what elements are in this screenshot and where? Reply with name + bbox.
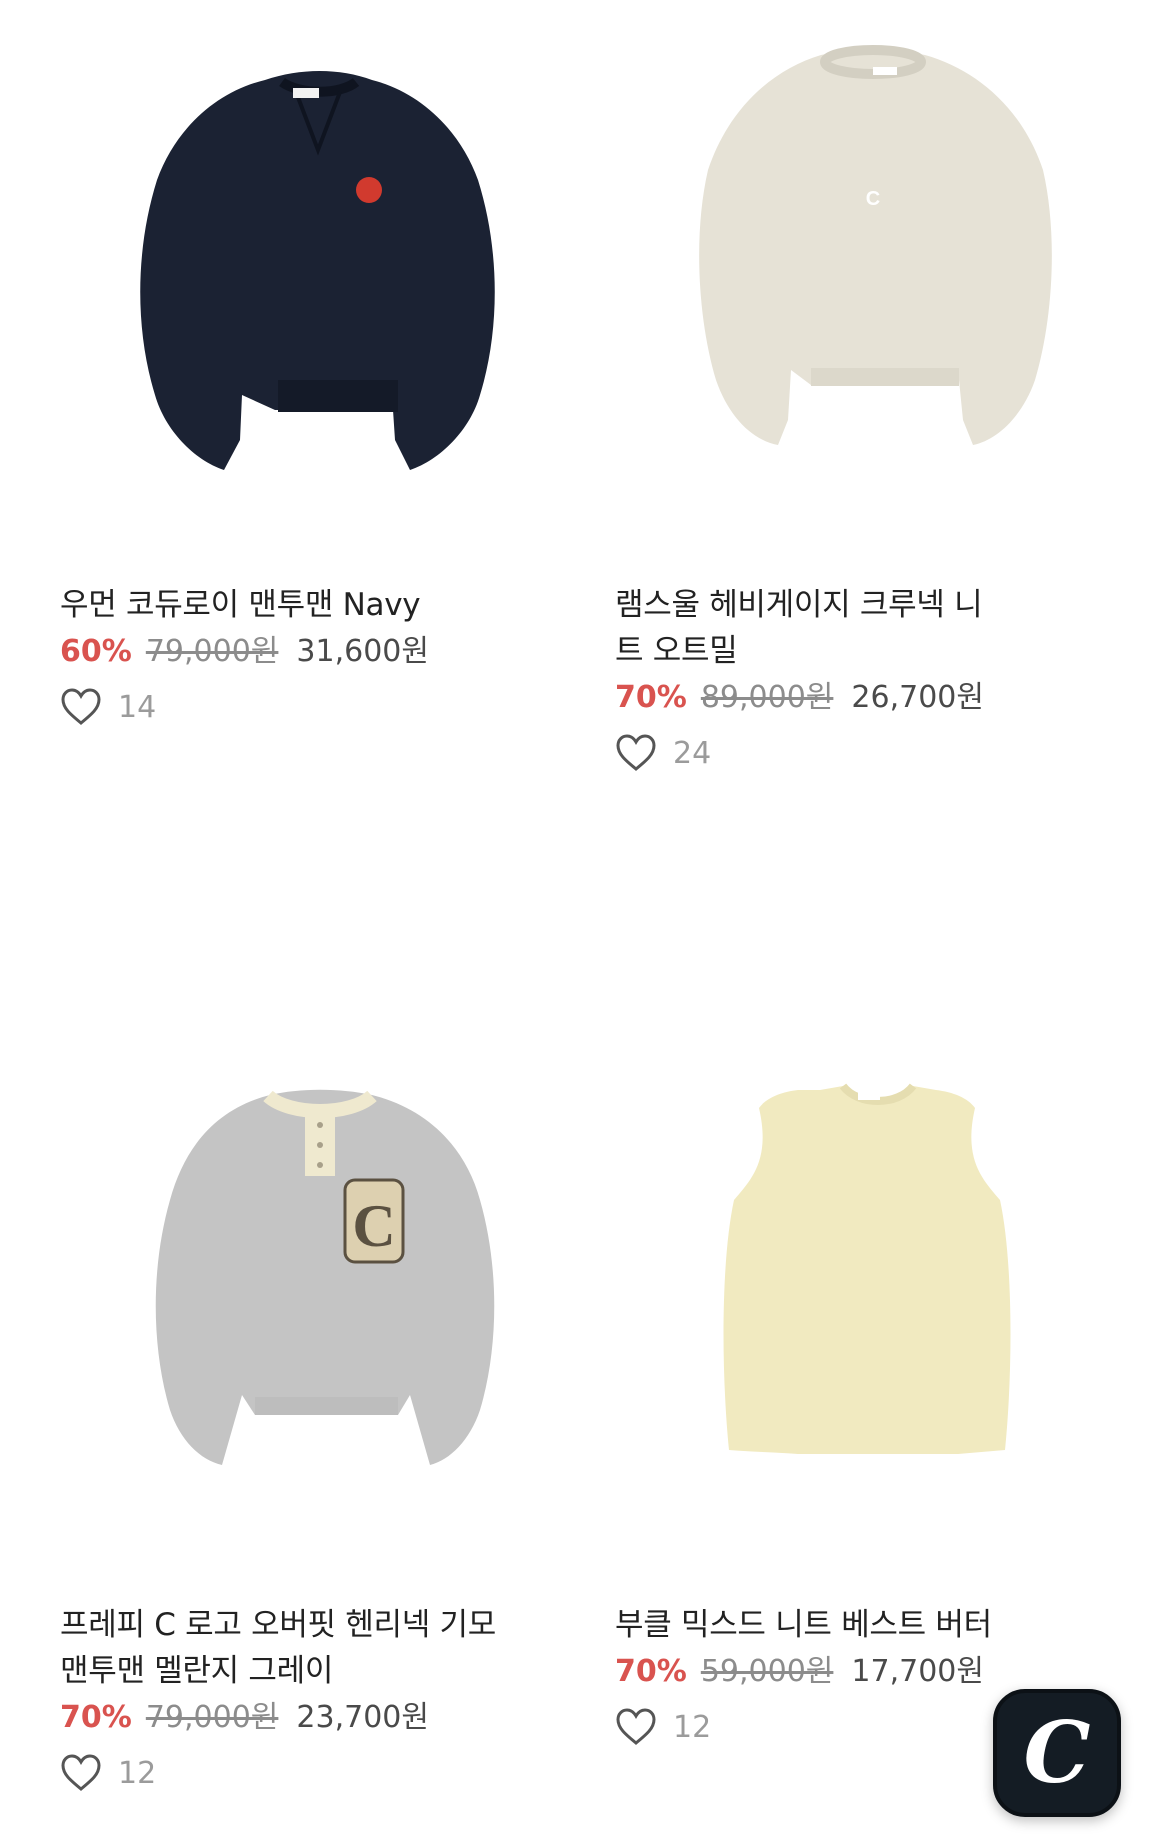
- product-card[interactable]: C 프레피 C 로고 오버핏 헨리넥 기모 맨투맨 멜란지 그레이 70% 79,…: [0, 1020, 540, 1804]
- like-count: 14: [118, 689, 157, 725]
- product-image[interactable]: [0, 0, 540, 540]
- discount-rate: 70%: [615, 1654, 687, 1689]
- sale-price: 17,700원: [851, 1654, 984, 1689]
- logo-mark: C: [352, 1193, 395, 1259]
- sale-price: 23,700원: [296, 1700, 429, 1735]
- product-name[interactable]: 부클 믹스드 니트 베스트 버터: [615, 1602, 1093, 1648]
- heart-icon[interactable]: [60, 687, 102, 727]
- product-card[interactable]: C 램스울 헤비게이지 크루넥 니트 오트밀 70% 89,000원 26,700원…: [553, 0, 1093, 784]
- product-card[interactable]: 우먼 코듀로이 맨투맨 Navy 60% 79,000원 31,600원 14: [0, 0, 540, 738]
- product-name[interactable]: 램스울 헤비게이지 크루넥 니트 오트밀: [615, 582, 995, 674]
- like-row: 14: [60, 676, 540, 738]
- like-count: 12: [673, 1709, 712, 1745]
- product-image[interactable]: C: [553, 0, 1093, 540]
- original-price: 59,000원: [700, 1654, 834, 1689]
- product-name[interactable]: 우먼 코듀로이 맨투맨 Navy: [60, 582, 540, 628]
- like-row: 24: [615, 722, 1093, 784]
- product-card[interactable]: 부클 믹스드 니트 베스트 버터 70% 59,000원 17,700원 12: [553, 1020, 1093, 1758]
- original-price: 79,000원: [145, 1700, 279, 1735]
- discount-rate: 70%: [615, 680, 687, 715]
- product-name[interactable]: 프레피 C 로고 오버핏 헨리넥 기모 맨투맨 멜란지 그레이: [60, 1602, 520, 1694]
- price-row: 70% 89,000원 26,700원: [615, 674, 1093, 722]
- product-image[interactable]: C: [0, 1020, 540, 1560]
- price-row: 60% 79,000원 31,600원: [60, 628, 540, 676]
- like-count: 24: [673, 735, 712, 771]
- price-row: 70% 79,000원 23,700원: [60, 1694, 540, 1742]
- original-price: 89,000원: [700, 680, 834, 715]
- brand-logo-icon: C: [1023, 1703, 1091, 1802]
- heart-icon[interactable]: [60, 1753, 102, 1793]
- original-price: 79,000원: [145, 634, 279, 669]
- product-image[interactable]: [553, 1020, 1093, 1560]
- logo-mark: C: [866, 188, 880, 210]
- brand-fab-button[interactable]: C: [993, 1689, 1121, 1817]
- like-count: 12: [118, 1755, 157, 1791]
- sale-price: 31,600원: [296, 634, 429, 669]
- heart-icon[interactable]: [615, 733, 657, 773]
- like-row: 12: [60, 1742, 540, 1804]
- discount-rate: 60%: [60, 634, 132, 669]
- sale-price: 26,700원: [851, 680, 984, 715]
- discount-rate: 70%: [60, 1700, 132, 1735]
- heart-icon[interactable]: [615, 1707, 657, 1747]
